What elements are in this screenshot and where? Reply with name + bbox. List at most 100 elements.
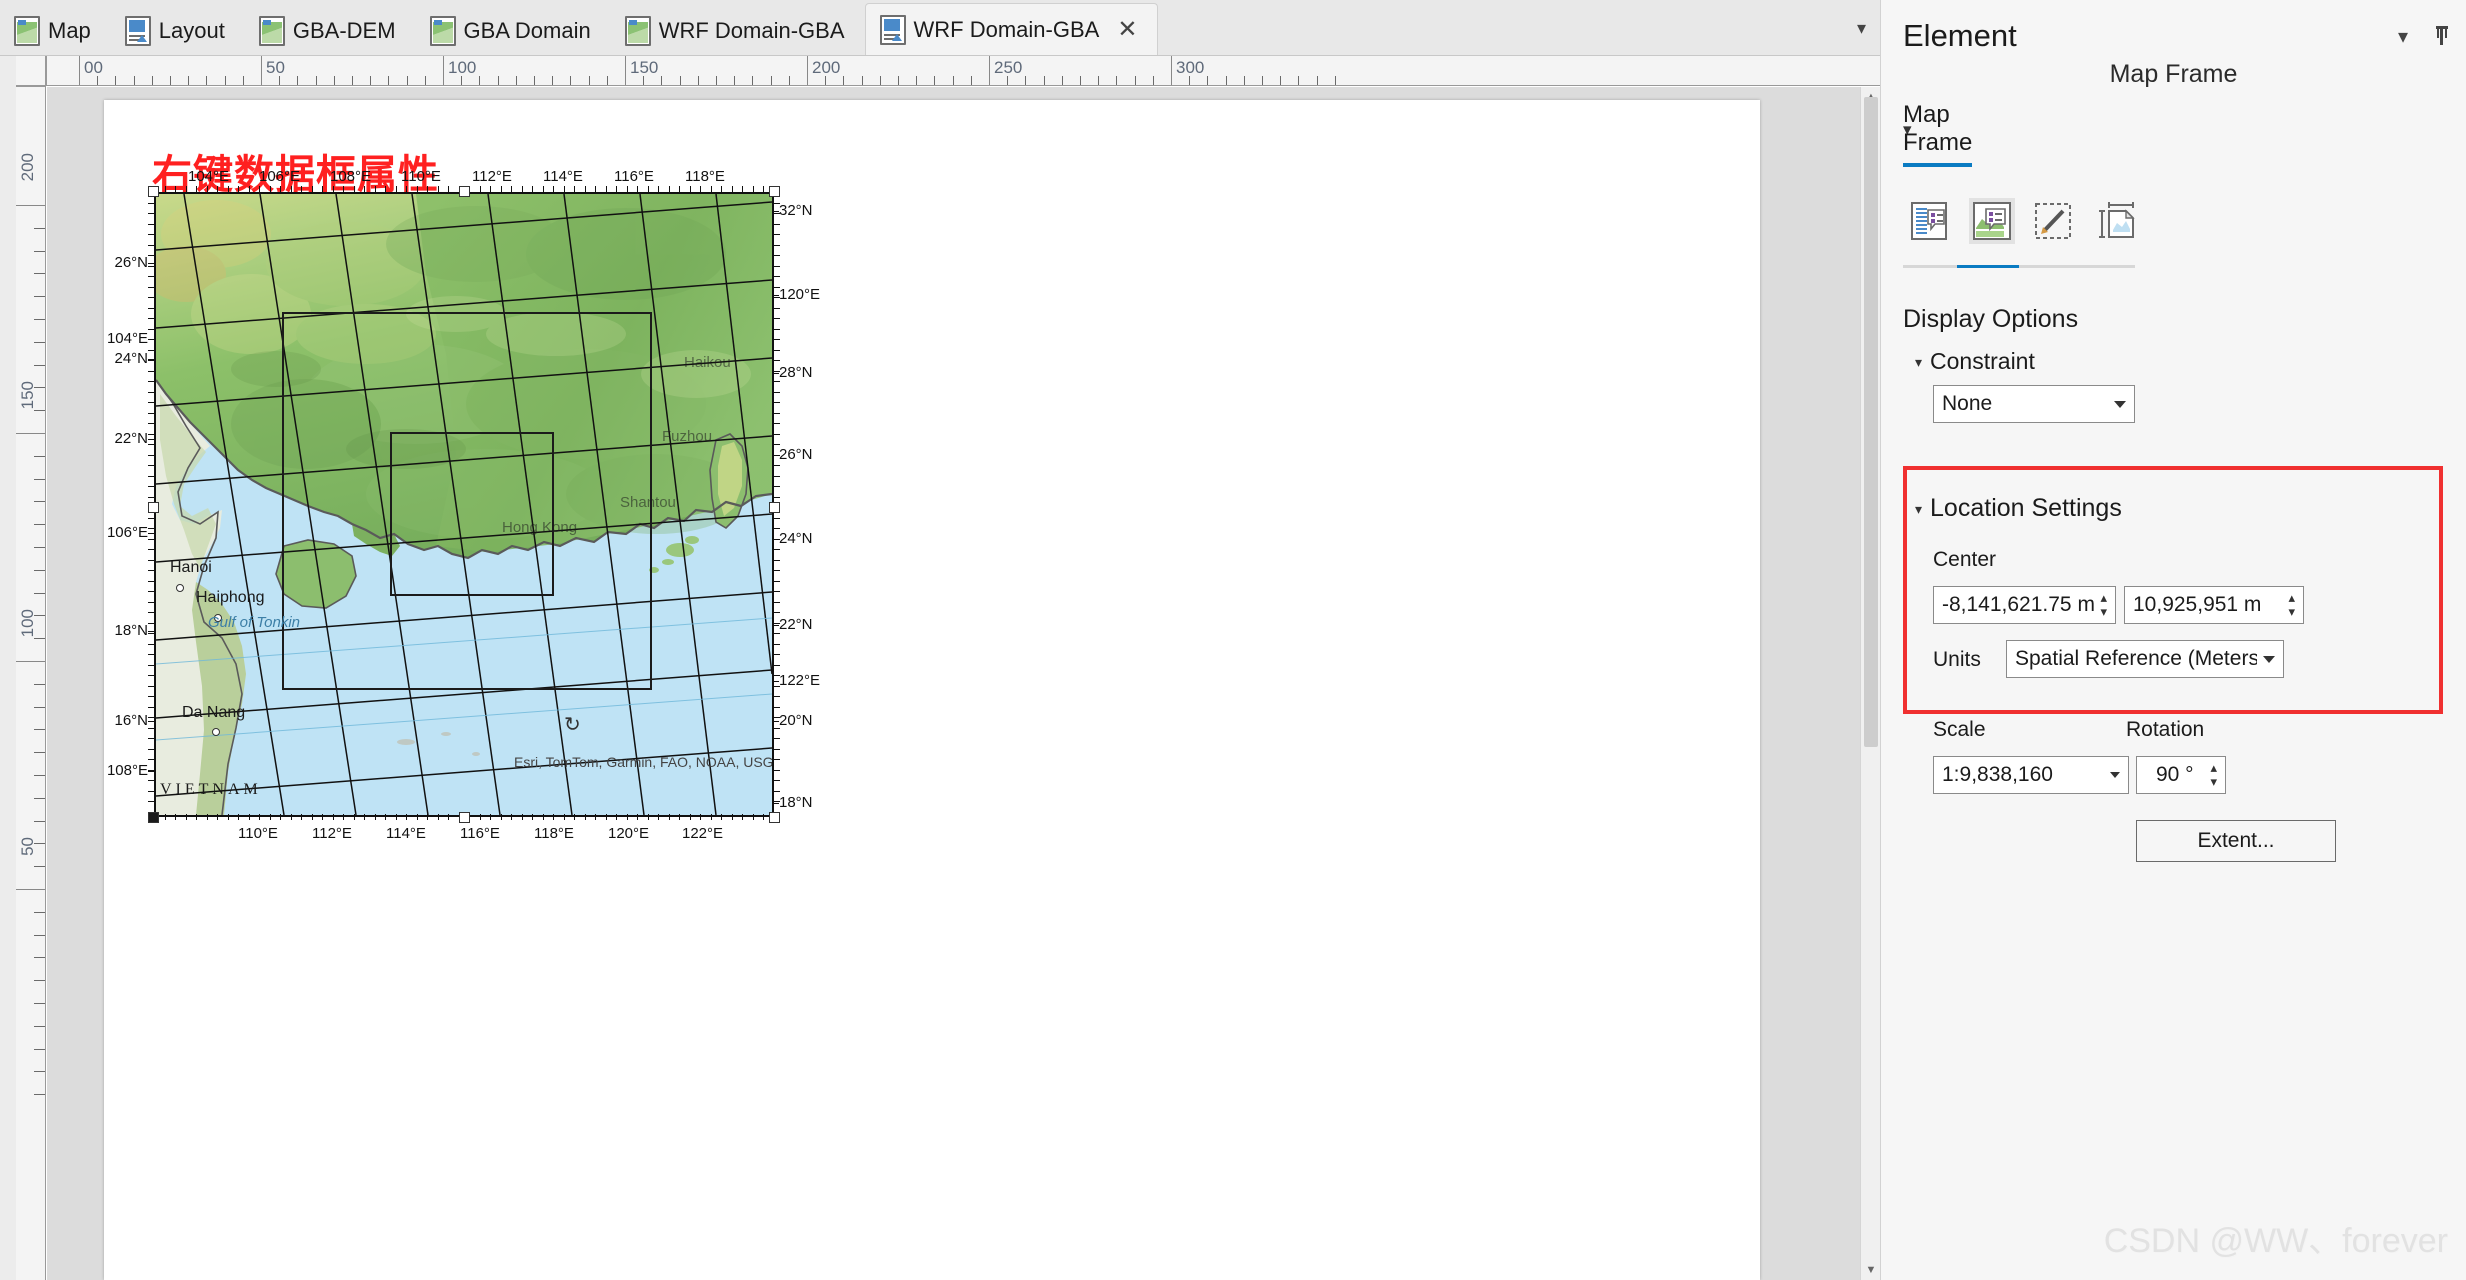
ruler-label: 300 bbox=[1176, 58, 1205, 77]
frame-tick bbox=[647, 186, 649, 192]
layout-vertical-scrollbar[interactable]: ▲ ▼ bbox=[1860, 87, 1880, 1280]
constraint-heading[interactable]: ▾ Constraint bbox=[1915, 348, 2035, 375]
selection-handle-ml[interactable] bbox=[148, 502, 159, 513]
frame-tick bbox=[148, 454, 154, 456]
ruler-minor-tick bbox=[34, 1003, 45, 1004]
view-tab-bar: Map Layout GBA-DEM GBA Domain WRF Domain-GBA… bbox=[0, 0, 1880, 56]
frame-tick bbox=[774, 454, 780, 456]
frame-tick bbox=[774, 297, 780, 298]
graticule-label-left-1: 104°E bbox=[106, 330, 148, 347]
constraint-dropdown[interactable]: None bbox=[1933, 385, 2135, 423]
ruler-minor-tick bbox=[1280, 76, 1282, 85]
view-tab-gba-domain[interactable]: GBA Domain bbox=[416, 7, 611, 55]
frame-tick bbox=[774, 717, 780, 718]
frame-tick bbox=[196, 814, 197, 820]
rotation-field[interactable]: 90 ° ▴ ▾ bbox=[2136, 756, 2226, 794]
ruler-minor-tick bbox=[879, 76, 881, 85]
units-dropdown-arrow-icon[interactable] bbox=[2263, 655, 2275, 663]
frame-tick bbox=[148, 433, 154, 435]
map-frame-subtab[interactable]: Map Frame ▾ bbox=[1903, 101, 1973, 167]
center-x-value: -8,141,621.75 m bbox=[1942, 593, 2095, 616]
extent-button[interactable]: Extent... bbox=[2136, 820, 2336, 862]
map-icon bbox=[624, 16, 651, 46]
layout-canvas[interactable]: 右键数据框属性 Hanoi Haiphong Da Nang Hong Kong… bbox=[47, 87, 1860, 1280]
selection-handle-bl[interactable] bbox=[148, 812, 159, 823]
ruler-minor-tick bbox=[34, 980, 45, 982]
frame-tick bbox=[148, 570, 154, 571]
frame-tick bbox=[148, 538, 154, 540]
pane-collapse-chevron-down-icon[interactable]: ▾ bbox=[2398, 24, 2408, 49]
constraint-caret-chevron-down-icon[interactable]: ▾ bbox=[1915, 355, 1922, 369]
selection-handle-mr[interactable] bbox=[769, 502, 780, 513]
frame-tick bbox=[774, 622, 780, 624]
frame-tick bbox=[774, 423, 780, 424]
layout-page[interactable]: 右键数据框属性 Hanoi Haiphong Da Nang Hong Kong… bbox=[104, 100, 1760, 1280]
display-options-icon[interactable] bbox=[1969, 198, 2015, 244]
graticule-label-bottom-1: 112°E bbox=[312, 825, 352, 842]
symbology-brush-icon[interactable] bbox=[2031, 198, 2077, 244]
ruler-major-tick bbox=[16, 433, 45, 434]
selection-handle-tc[interactable] bbox=[459, 186, 470, 197]
frame-tick bbox=[148, 391, 154, 393]
placement-size-icon[interactable] bbox=[2093, 198, 2139, 244]
scale-dropdown-arrow-icon[interactable] bbox=[2110, 772, 2120, 778]
frame-tick bbox=[605, 814, 607, 820]
text-options-icon[interactable] bbox=[1907, 198, 1953, 244]
units-dropdown[interactable]: Spatial Reference (Meters) bbox=[2006, 640, 2284, 678]
frame-tick bbox=[595, 814, 596, 820]
view-tab-wrf-domain-gba[interactable]: WRF Domain-GBA bbox=[611, 7, 865, 55]
frame-tick bbox=[148, 727, 154, 729]
selection-handle-tl[interactable] bbox=[148, 186, 159, 197]
view-tab-map[interactable]: Map bbox=[0, 7, 111, 55]
center-y-spinner[interactable]: ▴ ▾ bbox=[2288, 591, 2295, 618]
scale-label: Scale bbox=[1933, 718, 1986, 741]
constraint-dropdown-arrow-icon[interactable] bbox=[2114, 400, 2126, 408]
map-frame-element[interactable]: Hanoi Haiphong Da Nang Hong Kong Shantou… bbox=[107, 168, 820, 842]
frame-tick bbox=[752, 186, 754, 192]
map-icon bbox=[429, 16, 456, 46]
frame-tick bbox=[353, 186, 355, 192]
frame-tick bbox=[689, 186, 691, 192]
frame-tick bbox=[605, 186, 607, 192]
horizontal-ruler[interactable]: 00 50 100 150 200 250 300 bbox=[46, 56, 1880, 86]
ruler-minor-tick bbox=[570, 76, 572, 85]
center-x-field[interactable]: -8,141,621.75 m ▴ ▾ bbox=[1933, 586, 2116, 624]
location-settings-caret-chevron-down-icon[interactable]: ▾ bbox=[1915, 502, 1922, 516]
map-frame-border[interactable]: Hanoi Haiphong Da Nang Hong Kong Shantou… bbox=[154, 192, 774, 817]
vertical-ruler[interactable]: 200 150 100 50 bbox=[16, 86, 46, 1280]
scrollbar-thumb[interactable] bbox=[1864, 97, 1878, 747]
ruler-major-tick bbox=[807, 56, 808, 85]
ruler-minor-tick bbox=[34, 1094, 45, 1096]
selection-handle-tr[interactable] bbox=[769, 186, 780, 197]
frame-tick bbox=[206, 814, 208, 820]
frame-tick bbox=[616, 186, 617, 192]
pane-pin-icon[interactable] bbox=[2434, 26, 2450, 46]
view-tab-wrf-domain-gba[interactable]: WRF Domain-GBA ✕ bbox=[864, 3, 1159, 55]
tab-overflow-chevron-down-icon[interactable]: ▾ bbox=[1857, 18, 1866, 39]
frame-tick bbox=[774, 559, 780, 561]
ruler-minor-tick bbox=[898, 76, 899, 85]
icon-tab-underline bbox=[1903, 265, 2135, 268]
scale-dropdown[interactable]: 1:9,838,160 bbox=[1933, 756, 2129, 794]
frame-tick bbox=[280, 186, 281, 192]
center-x-spinner[interactable]: ▴ ▾ bbox=[2100, 591, 2107, 618]
frame-tick bbox=[148, 486, 154, 487]
close-icon[interactable]: ✕ bbox=[1117, 17, 1137, 42]
frame-tick bbox=[343, 814, 344, 820]
frame-tick bbox=[227, 186, 229, 192]
rotation-spinner[interactable]: ▴ ▾ bbox=[2210, 761, 2217, 788]
frame-tick bbox=[774, 612, 780, 613]
frame-tick bbox=[148, 360, 154, 361]
ruler-minor-tick bbox=[661, 76, 663, 85]
selection-handle-br[interactable] bbox=[769, 812, 780, 823]
ruler-minor-tick bbox=[825, 76, 827, 85]
scroll-down-arrow-icon[interactable]: ▼ bbox=[1861, 1260, 1881, 1280]
location-settings-heading[interactable]: ▾ Location Settings bbox=[1915, 494, 2122, 523]
ruler-minor-tick bbox=[170, 76, 171, 85]
view-tab-layout[interactable]: Layout bbox=[111, 7, 245, 55]
ruler-minor-tick bbox=[34, 752, 45, 754]
selection-handle-bc[interactable] bbox=[459, 812, 470, 823]
frame-tick bbox=[774, 685, 780, 687]
center-y-field[interactable]: 10,925,951 m ▴ ▾ bbox=[2124, 586, 2304, 624]
view-tab-gba-dem[interactable]: GBA-DEM bbox=[245, 7, 416, 55]
